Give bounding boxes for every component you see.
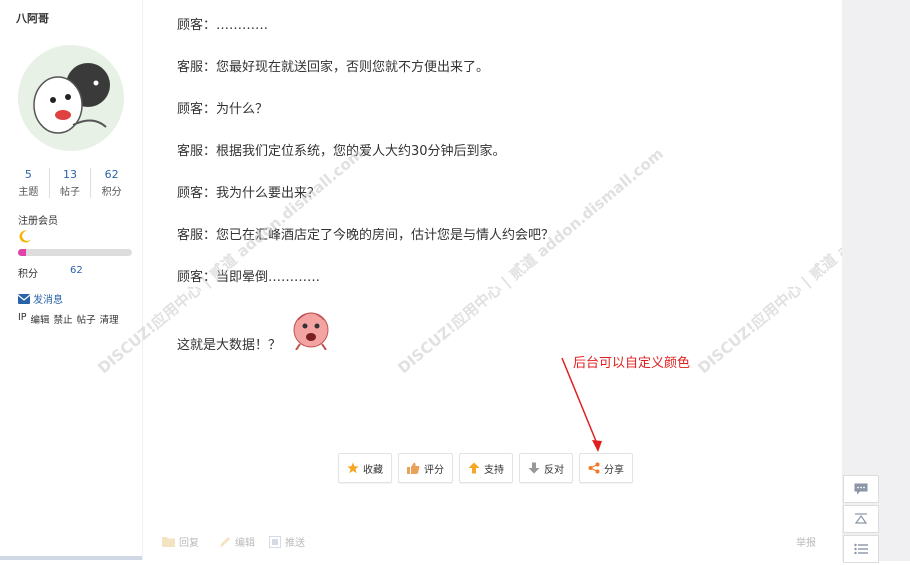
list-tool-button[interactable] — [843, 535, 879, 563]
support-label: 支持 — [484, 464, 504, 476]
back-to-top-icon — [854, 513, 868, 524]
admin-link-posts[interactable]: 帖子 — [77, 312, 96, 326]
arrow-down-icon — [528, 462, 540, 474]
credits-value: 62 — [70, 265, 83, 276]
stat-credits-num[interactable]: 62 — [91, 168, 132, 181]
favorite-label: 收藏 — [363, 464, 383, 476]
stat-posts-num[interactable]: 13 — [50, 168, 91, 181]
post-line: 顾客：………… — [177, 18, 269, 33]
post-line: 这就是大数据！？ — [177, 338, 282, 353]
stat-posts[interactable]: 13 帖子 — [50, 168, 92, 198]
stat-threads-num[interactable]: 5 — [8, 168, 49, 181]
favorite-button[interactable]: 收藏 — [338, 453, 392, 483]
stat-threads-label: 主题 — [18, 187, 39, 198]
send-message-label: 发消息 — [33, 295, 63, 306]
admin-link-clean[interactable]: 清理 — [100, 312, 119, 326]
side-toolbar — [843, 475, 879, 565]
sidebar-bottom-bar — [0, 556, 142, 560]
stat-credits-label: 积分 — [101, 187, 122, 198]
credits-label: 积分 — [18, 269, 38, 280]
folder-icon — [162, 537, 175, 547]
admin-link-ip[interactable]: IP — [18, 312, 27, 326]
fainting-emoji-icon — [293, 312, 329, 350]
push-icon — [269, 535, 281, 548]
report-label: 举报 — [796, 538, 816, 549]
author-name[interactable]: 八阿哥 — [16, 10, 49, 26]
oppose-button[interactable]: 反对 — [519, 453, 573, 483]
pencil-icon — [220, 536, 230, 547]
reply-label: 回复 — [179, 538, 199, 549]
stat-credits[interactable]: 62 积分 — [91, 168, 132, 198]
arrow-up-icon — [468, 462, 480, 474]
level-progress-bar — [18, 249, 132, 256]
share-icon — [588, 462, 600, 474]
author-stats: 5 主题 13 帖子 62 积分 — [8, 168, 132, 198]
author-sidebar: 八阿哥 5 主题 13 帖子 62 积分 注册会员 积分 62 发消息 IP 编… — [0, 0, 143, 561]
admin-link-edit[interactable]: 编辑 — [31, 312, 50, 326]
rate-label: 评分 — [424, 464, 444, 476]
report-link[interactable]: 举报 — [796, 534, 816, 549]
stat-posts-label: 帖子 — [60, 187, 80, 198]
moon-icon — [19, 230, 31, 243]
stat-threads[interactable]: 5 主题 — [8, 168, 50, 198]
user-group[interactable]: 注册会员 — [18, 212, 58, 227]
support-button[interactable]: 支持 — [459, 453, 513, 483]
post-line: 顾客：为什么？ — [177, 102, 269, 117]
back-to-top-button[interactable] — [843, 505, 879, 533]
star-icon — [347, 462, 359, 474]
post-line: 客服：您最好现在就送回家，否则您就不方便出来了。 — [177, 60, 490, 75]
list-icon — [854, 543, 868, 555]
reply-link[interactable]: 回复 — [162, 534, 199, 549]
post-line: 客服：您已在汇峰酒店定了今晚的房间，估计您是与情人约会吧？ — [177, 228, 555, 243]
thumb-icon — [407, 462, 420, 474]
edit-label: 编辑 — [235, 538, 255, 549]
admin-links: IP 编辑 禁止 帖子 清理 — [18, 312, 119, 326]
avatar[interactable] — [18, 45, 124, 151]
recommend-link[interactable]: 推送 — [269, 534, 305, 549]
rate-button[interactable]: 评分 — [398, 453, 453, 483]
envelope-icon — [18, 293, 30, 304]
comment-tool-button[interactable] — [843, 475, 879, 503]
admin-link-ban[interactable]: 禁止 — [54, 312, 73, 326]
share-button[interactable]: 分享 — [579, 453, 633, 483]
post-actions: 收藏 评分 支持 反对 分享 — [338, 453, 633, 483]
send-message-link[interactable]: 发消息 — [18, 291, 63, 306]
share-label: 分享 — [604, 464, 624, 476]
annotation-text: 后台可以自定义颜色 — [573, 356, 691, 371]
level-progress-fill — [18, 249, 26, 256]
comment-icon — [854, 483, 868, 495]
oppose-label: 反对 — [544, 464, 564, 476]
recommend-label: 推送 — [285, 538, 305, 549]
edit-link[interactable]: 编辑 — [219, 534, 255, 549]
